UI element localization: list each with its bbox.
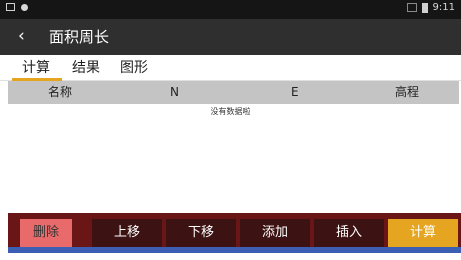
bottom-strip	[8, 247, 461, 253]
app-bar: ‹ 面积周长	[0, 19, 461, 55]
move-down-button[interactable]: 下移	[166, 219, 236, 247]
battery-icon	[421, 2, 428, 13]
screenshot-icon	[6, 3, 15, 11]
action-bar: 删除 上移 下移 添加 插入 计算	[8, 213, 461, 247]
signal-icon	[406, 3, 417, 12]
page-title: 面积周长	[49, 28, 110, 46]
tab-results[interactable]: 结果	[72, 60, 100, 77]
notification-icon	[21, 3, 28, 11]
back-icon[interactable]: ‹	[18, 26, 25, 46]
insert-button[interactable]: 插入	[314, 219, 384, 247]
column-header-e: E	[291, 85, 299, 99]
empty-state-text: 没有数据啦	[210, 107, 251, 116]
table-header: 名称 N E 高程	[8, 81, 459, 104]
delete-button[interactable]: 删除	[20, 219, 72, 247]
tab-bar: 计算 结果 图形	[0, 55, 461, 81]
column-header-n: N	[170, 85, 179, 99]
status-time: 9:11	[432, 2, 455, 13]
add-button[interactable]: 添加	[240, 219, 310, 247]
column-header-elevation: 高程	[395, 85, 420, 99]
column-header-name: 名称	[48, 85, 73, 99]
calculate-button[interactable]: 计算	[388, 219, 458, 247]
move-up-button[interactable]: 上移	[92, 219, 162, 247]
status-bar: 9:11	[0, 0, 461, 19]
tab-graphics[interactable]: 图形	[120, 60, 148, 77]
tab-calculate[interactable]: 计算	[22, 60, 50, 77]
